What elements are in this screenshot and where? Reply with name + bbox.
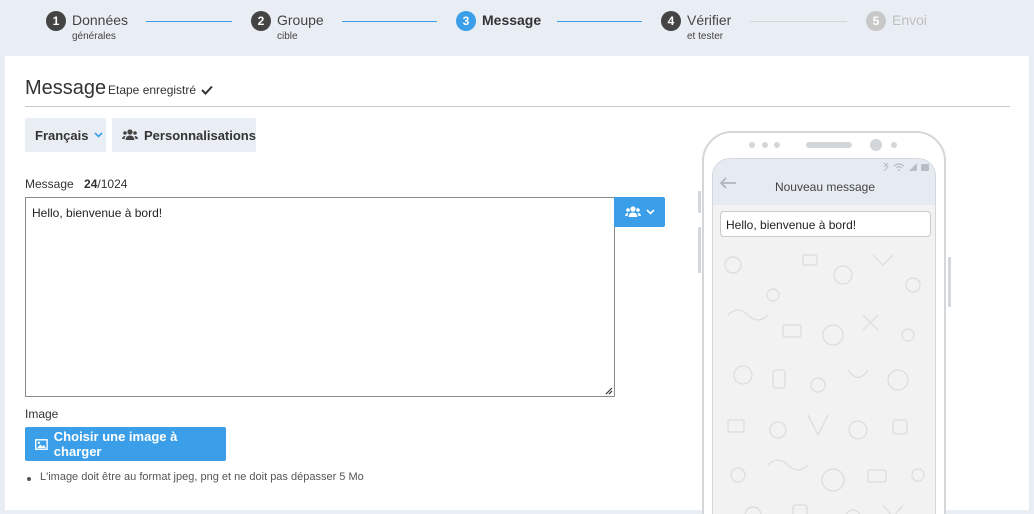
- page-title: Message: [25, 77, 107, 99]
- step-sublabel: et tester: [687, 31, 724, 42]
- language-dropdown[interactable]: Français: [25, 118, 106, 152]
- camera-lens: [870, 139, 882, 151]
- step-connector: [750, 21, 847, 22]
- saved-text: Etape enregistré: [108, 83, 197, 97]
- step-sublabel: générales: [72, 31, 116, 42]
- message-bubble: Hello, bienvenue à bord!: [720, 211, 931, 237]
- camera-dot: [749, 142, 755, 148]
- camera-dot: [762, 142, 768, 148]
- camera-dot: [774, 142, 780, 148]
- message-textarea[interactable]: Hello, bienvenue à bord!: [25, 197, 615, 397]
- chevron-down-icon: [645, 209, 655, 215]
- step-number: 3: [456, 11, 476, 31]
- doodle-pattern: [724, 254, 925, 514]
- message-text: Hello, bienvenue à bord!: [32, 206, 163, 220]
- step-1[interactable]: 1 Données générales: [46, 11, 128, 43]
- stepper: 1 Données générales 2 Groupe cible 3 Mes…: [0, 0, 1034, 56]
- camera-dot: [891, 142, 897, 148]
- phone-title: Nouveau message: [774, 180, 876, 194]
- insert-personalisation-button[interactable]: [614, 197, 665, 227]
- step-number: 1: [46, 11, 66, 31]
- bullet: [27, 477, 31, 481]
- users-icon: [624, 206, 641, 217]
- upload-image-button[interactable]: Choisir une image à charger: [25, 427, 226, 461]
- personalisations-label: Personnalisations: [144, 127, 256, 143]
- step-number: 4: [661, 11, 681, 31]
- speaker-grille: [806, 142, 852, 148]
- step-number: 2: [251, 11, 271, 31]
- step-number: 5: [866, 11, 886, 31]
- step-label: Données: [72, 12, 129, 28]
- step-label: Vérifier: [687, 12, 732, 28]
- step-sublabel: cible: [277, 31, 298, 42]
- step-label: Message: [482, 12, 542, 28]
- message-label: Message 24/1024: [25, 177, 127, 191]
- step-label: Groupe: [277, 12, 324, 28]
- step-connector: [342, 21, 437, 22]
- chevron-down-icon: [94, 132, 104, 138]
- step-connector: [146, 21, 232, 22]
- divider: [25, 106, 1010, 107]
- step-label: Envoi: [892, 12, 928, 28]
- step-connector: [557, 21, 642, 22]
- chat-wallpaper: Hello, bienvenue à bord!: [713, 205, 935, 514]
- users-icon: [122, 129, 138, 140]
- step-4[interactable]: 4 Vérifier et tester: [661, 11, 731, 43]
- language-label: Français: [35, 127, 89, 143]
- step-3[interactable]: 3 Message: [456, 11, 541, 31]
- side-button: [698, 227, 701, 273]
- image-label: Image: [25, 407, 59, 421]
- check-icon: [201, 85, 213, 95]
- char-count: 24: [84, 177, 98, 191]
- message-label-text: Message: [25, 177, 74, 191]
- message-card: Message Etape enregistré Français Person…: [5, 56, 1029, 514]
- status-icons: [883, 162, 929, 172]
- personalisations-button[interactable]: Personnalisations: [112, 118, 256, 152]
- char-max: /1024: [97, 177, 128, 191]
- side-button: [698, 191, 701, 213]
- phone-screen: Nouveau message Hello, bienvenue à bord!: [712, 158, 936, 514]
- image-hint: L'image doit être au format jpeg, png et…: [40, 471, 364, 483]
- phone-preview: Nouveau message Hello, bienvenue à bord!: [698, 131, 951, 514]
- upload-label: Choisir une image à charger: [53, 429, 178, 459]
- step-5: 5 Envoi: [866, 11, 927, 31]
- saved-status: Etape enregistré: [108, 83, 213, 97]
- phone-header: Nouveau message: [713, 159, 935, 205]
- resize-grip-icon[interactable]: [604, 386, 613, 395]
- image-icon: [35, 438, 48, 450]
- side-button: [948, 257, 951, 307]
- step-2[interactable]: 2 Groupe cible: [251, 11, 324, 43]
